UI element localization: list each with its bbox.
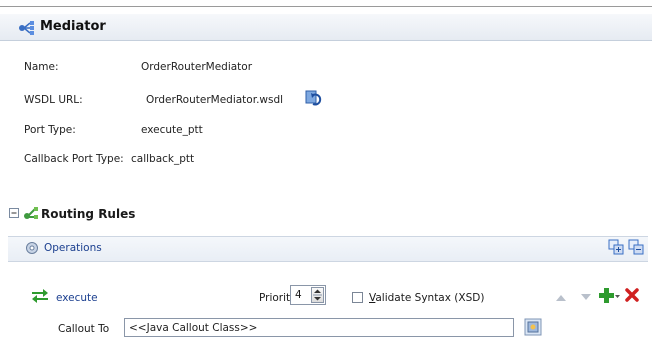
callout-class-input[interactable]: [124, 318, 514, 337]
add-rule-icon[interactable]: [599, 287, 621, 305]
wsdl-url-value: OrderRouterMediator.wsdl: [146, 94, 284, 106]
port-type-label: Port Type:: [24, 124, 76, 136]
collapse-minus-icon[interactable]: [9, 208, 20, 219]
name-value: OrderRouterMediator: [141, 61, 253, 73]
port-type-value: execute_ptt: [141, 124, 203, 136]
operation-execute-link[interactable]: execute: [56, 292, 98, 304]
collapse-all-icon[interactable]: [628, 239, 644, 255]
name-label: Name:: [24, 61, 59, 73]
delete-rule-icon[interactable]: [625, 288, 639, 302]
mediator-icon: [19, 21, 34, 35]
routing-rules-icon: [24, 207, 38, 219]
stepper-arrows-icon[interactable]: [312, 288, 323, 302]
move-up-icon[interactable]: [555, 293, 567, 302]
browse-class-icon[interactable]: [524, 318, 542, 336]
callback-port-type-value: callback_ptt: [131, 153, 195, 165]
priority-spinner[interactable]: 4: [290, 285, 326, 305]
priority-value[interactable]: 4: [295, 289, 302, 301]
callback-port-type-label: Callback Port Type:: [24, 153, 124, 165]
validate-label-rest: alidate Syntax (XSD): [375, 292, 485, 304]
operations-band: [8, 236, 648, 262]
operation-route-icon: [32, 289, 48, 303]
move-down-icon[interactable]: [580, 293, 592, 302]
refresh-wsdl-icon[interactable]: [305, 89, 323, 107]
top-divider: [0, 6, 652, 7]
validate-syntax-label[interactable]: Validate Syntax (XSD): [369, 292, 484, 304]
mediator-title: Mediator: [40, 19, 106, 34]
validate-syntax-checkbox[interactable]: [352, 292, 363, 303]
expand-all-icon[interactable]: [608, 239, 624, 255]
operations-link[interactable]: Operations: [44, 242, 102, 254]
operations-gear-icon: [26, 242, 38, 254]
wsdl-url-label: WSDL URL:: [24, 94, 83, 106]
callout-to-label: Callout To: [58, 323, 110, 335]
priority-stepper-buttons[interactable]: [311, 287, 324, 303]
routing-rules-title: Routing Rules: [41, 207, 136, 221]
